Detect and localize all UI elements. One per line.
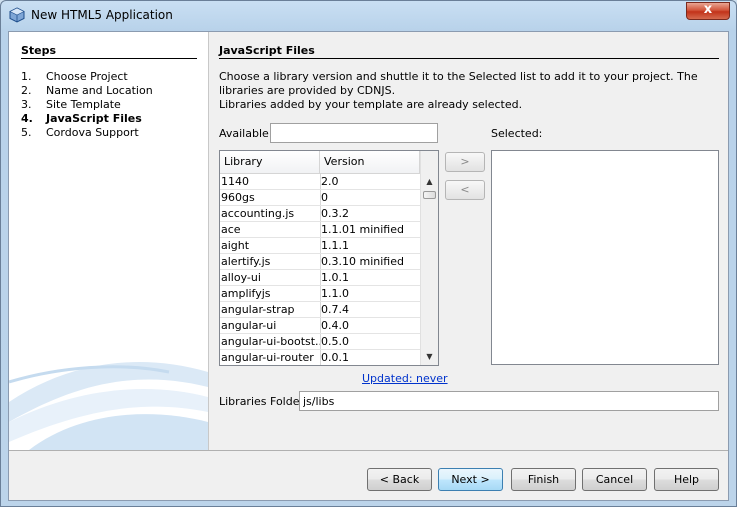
libraries-folder-label: Libraries Folder: <box>219 395 308 408</box>
steps-divider <box>21 58 197 59</box>
panel-divider <box>219 58 719 59</box>
panel-description: Choose a library version and shuttle it … <box>219 70 719 112</box>
table-row[interactable]: amplifyjs 1.1.0 <box>220 286 421 302</box>
cell-library: 960gs <box>220 190 321 205</box>
description-line: Libraries added by your template are alr… <box>219 98 523 111</box>
cell-library: angular-ui-router <box>220 350 321 365</box>
step-label: JavaScript Files <box>46 112 142 125</box>
cell-version: 1.1.1 <box>320 238 421 253</box>
step-item: 5. Cordova Support <box>21 126 139 139</box>
close-button[interactable]: x <box>686 2 730 20</box>
step-item: 2. Name and Location <box>21 84 153 97</box>
step-item: 3. Site Template <box>21 98 121 111</box>
table-row[interactable]: ace 1.1.01 minified <box>220 222 421 238</box>
steps-pane: Steps 1. Choose Project 2. Name and Locati… <box>9 32 209 450</box>
scrollbar-thumb[interactable] <box>423 191 436 199</box>
table-row[interactable]: angular-strap 0.7.4 <box>220 302 421 318</box>
step-label: Site Template <box>46 98 121 111</box>
button-bar-divider <box>9 450 728 451</box>
available-label: Available: <box>219 127 273 140</box>
cell-library: alloy-ui <box>220 270 321 285</box>
cell-library: amplifyjs <box>220 286 321 301</box>
dialog-body: Steps 1. Choose Project 2. Name and Locati… <box>8 31 729 501</box>
table-row[interactable]: alertify.js 0.3.10 minified <box>220 254 421 270</box>
libraries-folder-input[interactable] <box>299 391 719 411</box>
cell-version: 2.0 <box>320 174 421 189</box>
step-item: 1. Choose Project <box>21 70 128 83</box>
column-header-library[interactable]: Library <box>220 151 320 173</box>
cell-library: 1140 <box>220 174 321 189</box>
remove-library-button[interactable]: < <box>445 180 485 200</box>
cell-library: angular-ui <box>220 318 321 333</box>
cancel-button[interactable]: Cancel <box>582 468 647 491</box>
step-label: Cordova Support <box>46 126 139 139</box>
table-row[interactable]: angular-ui 0.4.0 <box>220 318 421 334</box>
close-icon: x <box>703 2 713 17</box>
vertical-scrollbar[interactable]: ▲ ▼ <box>420 151 438 365</box>
cell-library: angular-ui-bootst... <box>221 334 321 349</box>
cell-version: 1.1.01 minified <box>320 222 421 237</box>
table-row[interactable]: 1140 2.0 <box>220 174 421 190</box>
cell-version: 0.3.10 minified <box>320 254 421 269</box>
panel-title: JavaScript Files <box>219 44 315 57</box>
table-row[interactable]: angular-ui-router 0.0.1 <box>220 350 421 365</box>
finish-button[interactable]: Finish <box>511 468 576 491</box>
selected-libraries-list[interactable] <box>491 150 719 365</box>
table-header: Library Version <box>220 151 420 174</box>
available-filter-input[interactable] <box>270 123 438 143</box>
step-label: Name and Location <box>46 84 153 97</box>
cell-version: 0.4.0 <box>320 318 421 333</box>
table-row[interactable]: aight 1.1.1 <box>220 238 421 254</box>
cell-version: 1.0.1 <box>320 270 421 285</box>
javascript-files-panel: JavaScript Files Choose a library versio… <box>209 32 728 450</box>
table-row[interactable]: angular-ui-bootst... 0.5.0 <box>220 334 421 350</box>
available-libraries-table[interactable]: Library Version 1140 2.0 960gs 0 accounting.… <box>219 150 439 366</box>
step-label: Choose Project <box>46 70 128 83</box>
table-body: 1140 2.0 960gs 0 accounting.js 0.3.2 ace 1.1.01… <box>220 174 421 365</box>
scroll-down-icon[interactable]: ▼ <box>421 348 438 365</box>
cell-library: alertify.js <box>220 254 321 269</box>
back-button[interactable]: < Back <box>367 468 432 491</box>
steps-list: 1. Choose Project 2. Name and Location 3. S… <box>21 70 153 140</box>
cell-library: ace <box>220 222 321 237</box>
scroll-up-icon[interactable]: ▲ <box>421 173 438 190</box>
step-item-current: 4. JavaScript Files <box>21 112 142 125</box>
column-header-version[interactable]: Version <box>320 151 420 173</box>
decorative-swoosh-graphic <box>9 362 208 450</box>
dialog-window: New HTML5 Application x Steps 1. Choose P… <box>0 0 737 507</box>
description-line: Choose a library version and shuttle it … <box>219 70 698 97</box>
title-bar[interactable]: New HTML5 Application x <box>1 1 736 31</box>
table-row[interactable]: accounting.js 0.3.2 <box>220 206 421 222</box>
updated-link[interactable]: Updated: never <box>362 372 448 385</box>
selected-label: Selected: <box>491 127 543 140</box>
cell-library: accounting.js <box>220 206 321 221</box>
cell-version: 0 <box>320 190 421 205</box>
cell-version: 0.3.2 <box>320 206 421 221</box>
add-library-button[interactable]: > <box>445 152 485 172</box>
next-button[interactable]: Next > <box>438 468 503 491</box>
cell-version: 0.0.1 <box>320 350 421 365</box>
window-title: New HTML5 Application <box>31 8 173 22</box>
cell-library: angular-strap <box>220 302 321 317</box>
netbeans-cube-icon <box>9 7 25 23</box>
cell-version: 1.1.0 <box>320 286 421 301</box>
steps-heading: Steps <box>21 44 57 57</box>
help-button[interactable]: Help <box>654 468 719 491</box>
cell-version: 0.5.0 <box>320 334 421 349</box>
cell-version: 0.7.4 <box>320 302 421 317</box>
table-row[interactable]: 960gs 0 <box>220 190 421 206</box>
cell-library: aight <box>220 238 321 253</box>
table-row[interactable]: alloy-ui 1.0.1 <box>220 270 421 286</box>
